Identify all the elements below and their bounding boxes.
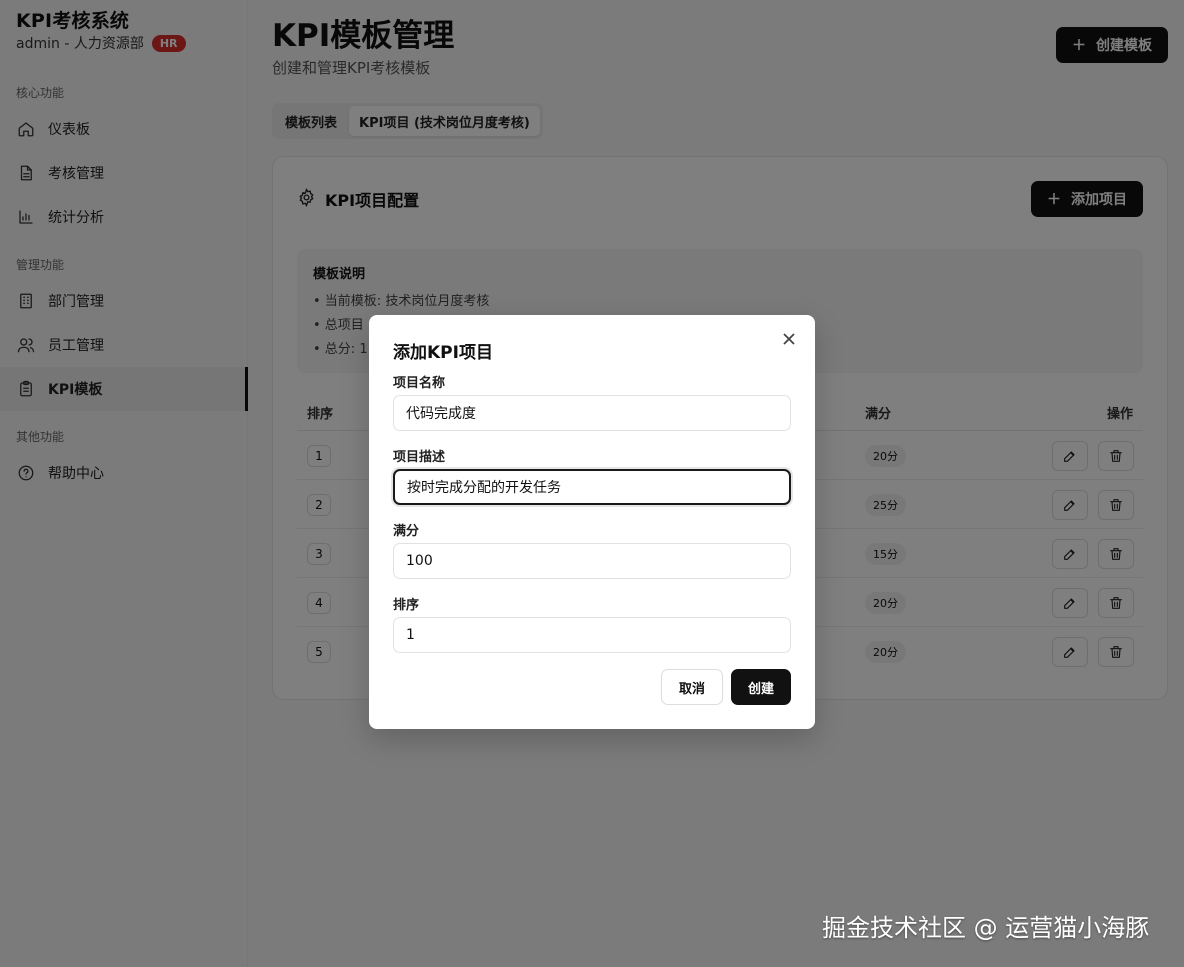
close-icon	[783, 333, 795, 345]
name-input[interactable]	[393, 395, 791, 431]
description-input[interactable]	[393, 469, 791, 505]
order-input[interactable]	[393, 617, 791, 653]
add-kpi-item-dialog: 添加KPI项目 项目名称 项目描述 满分 排序 取消 创建	[369, 315, 815, 729]
max-score-label: 满分	[393, 524, 420, 539]
watermark: 掘金技术社区 @ 运营猫小海豚	[822, 914, 1150, 942]
max-score-input[interactable]	[393, 543, 791, 579]
dialog-title: 添加KPI项目	[393, 343, 493, 363]
order-label: 排序	[393, 598, 420, 613]
cancel-button[interactable]: 取消	[661, 669, 723, 705]
close-button[interactable]	[779, 329, 799, 349]
create-button[interactable]: 创建	[731, 669, 791, 705]
name-label: 项目名称	[393, 376, 446, 391]
description-label: 项目描述	[393, 450, 446, 465]
